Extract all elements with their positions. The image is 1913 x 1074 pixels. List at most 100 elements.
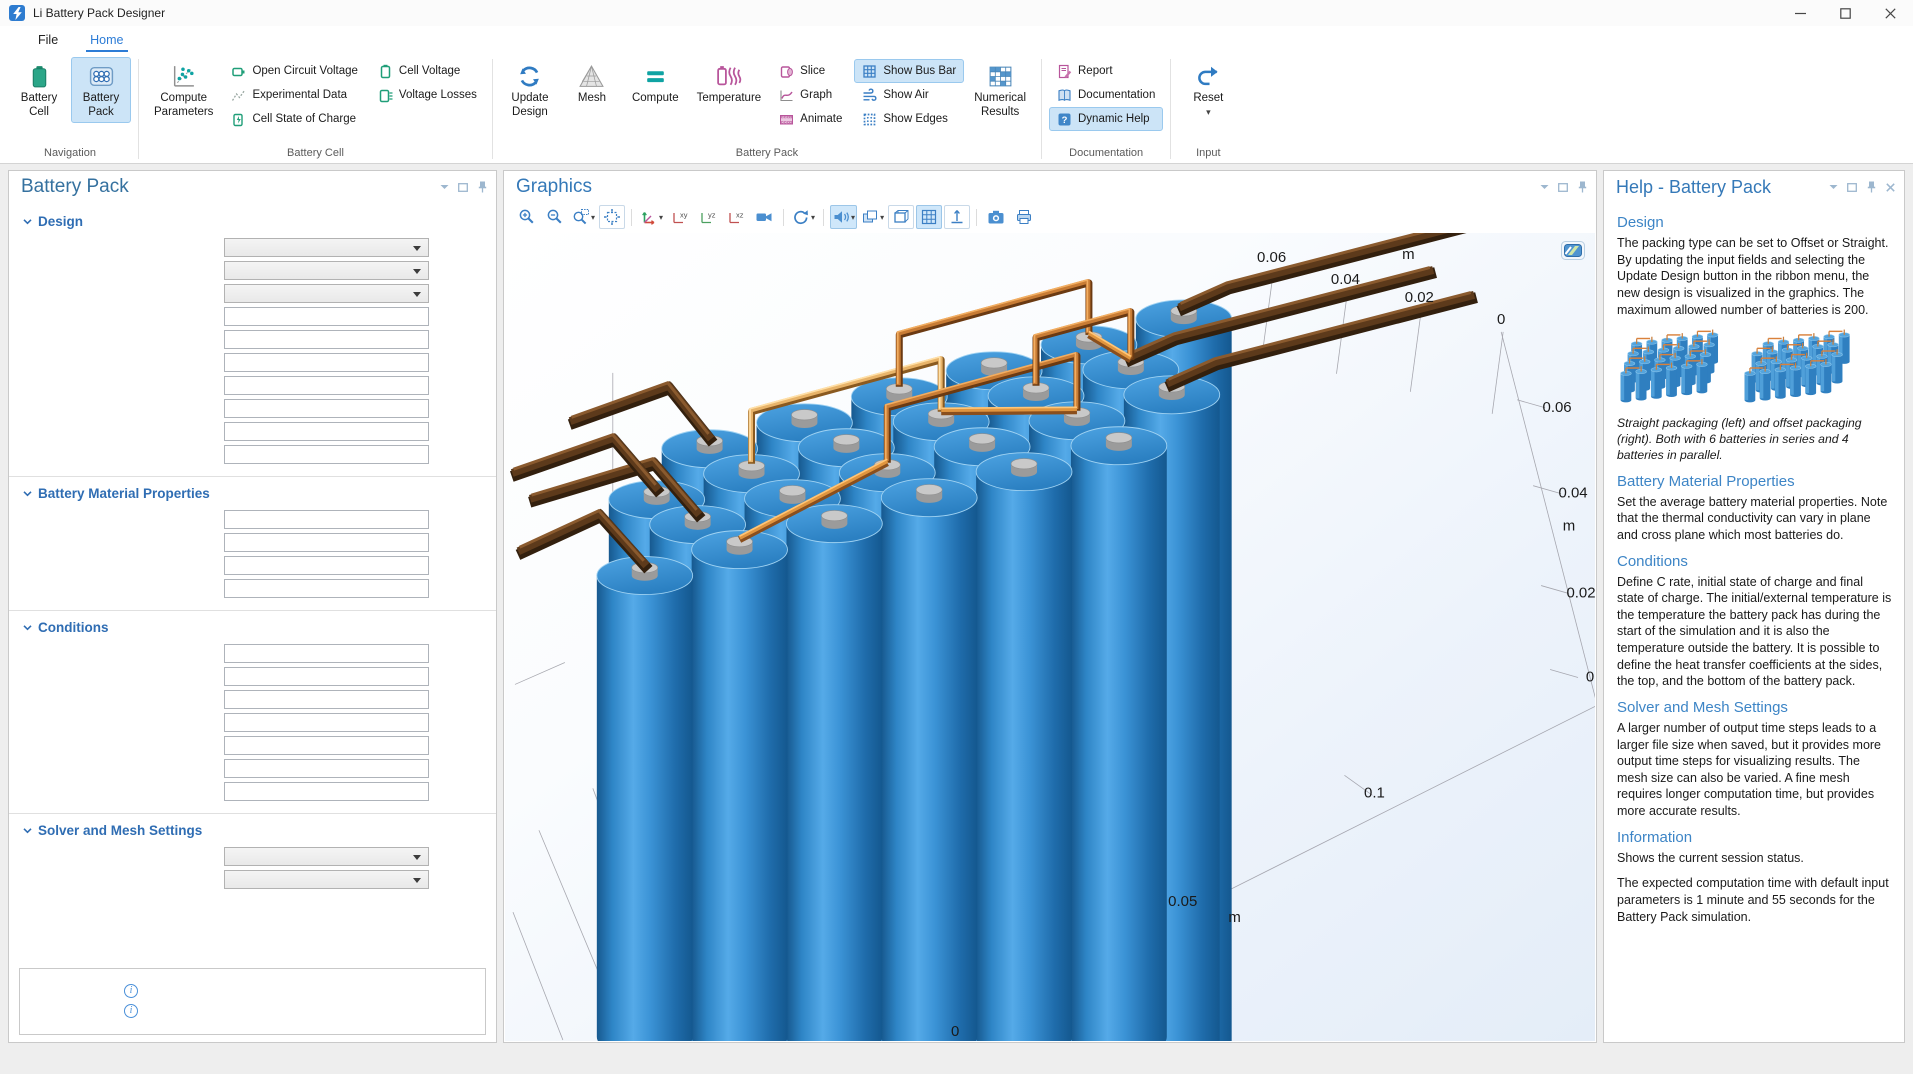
toolbar-show-axis-orientation-button[interactable] [944, 205, 970, 229]
ribbon-group-label: Battery Cell [141, 146, 490, 163]
ribbon-button-label: Numerical Results [974, 92, 1026, 119]
ribbon-button-show-air[interactable]: Show Air [854, 83, 964, 107]
svg-text:?: ? [1062, 115, 1068, 126]
initial-external-temperature-input[interactable] [224, 713, 429, 732]
toolbar-view-options-button[interactable]: ▾ [859, 205, 886, 229]
temperature-icon [715, 63, 742, 90]
ribbon-button-label: Graph [800, 89, 832, 101]
parallel-connector-width-input[interactable] [224, 445, 429, 464]
panel-maximize-icon[interactable] [1557, 181, 1569, 193]
numerical-results-icon [987, 63, 1014, 90]
ribbon-button-animate[interactable]: Animate [771, 107, 850, 131]
toolbar-go-to-default-view-button[interactable]: ▾ [638, 205, 665, 229]
toolbar-view-xy-button[interactable]: xy [667, 205, 693, 229]
battery-height-input[interactable] [224, 330, 429, 349]
panel-pin-icon[interactable] [476, 181, 488, 193]
toolbar-zoom-box-button[interactable]: ▾ [570, 205, 597, 229]
menu-bar: File Home [0, 26, 1913, 53]
toolbar-view-xz-button[interactable]: xz [723, 205, 749, 229]
panel-maximize-icon[interactable] [457, 181, 469, 193]
panel-collapse-chevron-icon[interactable] [438, 181, 450, 193]
bus-bar-thickness-input[interactable] [224, 399, 429, 418]
mesh-size-dropdown[interactable] [224, 870, 429, 889]
packing-type-dropdown[interactable] [224, 238, 429, 257]
battery-cell-icon [26, 63, 53, 90]
toolbar-print-button[interactable] [1011, 205, 1037, 229]
toolbar-show-grid-button[interactable] [916, 205, 942, 229]
panel-maximize-icon[interactable] [1846, 181, 1858, 193]
toolbar-zoom-out-button[interactable] [542, 205, 568, 229]
ribbon-button-label: Cell State of Charge [252, 113, 356, 125]
graphics-3d-canvas[interactable]: 0.060.040.020m0.060.04m0.0200.10.05m0 [505, 233, 1595, 1041]
section-header-solver-and-mesh-settings[interactable]: Solver and Mesh Settings [23, 823, 482, 838]
help-paragraph: Define C rate, initial state of charge a… [1617, 574, 1893, 690]
form-row [23, 757, 482, 780]
ribbon-button-numerical-results[interactable]: Numerical Results [966, 57, 1034, 123]
toolbar-rotate-button[interactable]: ▾ [790, 205, 817, 229]
close-button[interactable] [1868, 0, 1913, 26]
panel-pin-icon[interactable] [1865, 181, 1877, 193]
update-design-icon [516, 63, 543, 90]
density-input[interactable] [224, 510, 429, 529]
toolbar-snapshot-button[interactable] [983, 205, 1009, 229]
ribbon-button-report[interactable]: Report [1049, 59, 1163, 83]
svg-text:0.06: 0.06 [1257, 249, 1286, 266]
minimize-button[interactable] [1778, 0, 1823, 26]
ribbon-button-reset[interactable]: Reset▾ [1178, 57, 1238, 121]
terminal-thickness-input[interactable] [224, 376, 429, 395]
menu-home[interactable]: Home [78, 26, 135, 53]
toolbar-show-frame-button[interactable] [888, 205, 914, 229]
battery-diameter-input[interactable] [224, 307, 429, 326]
number-of-output-time-steps-dropdown[interactable] [224, 847, 429, 866]
ribbon-button-show-bus-bar[interactable]: Show Bus Bar [854, 59, 964, 83]
heat-capacity-input[interactable] [224, 533, 429, 552]
ribbon-button-compute[interactable]: Compute [624, 57, 687, 110]
ribbon-button-battery-pack[interactable]: Battery Pack [71, 57, 131, 123]
ribbon-button-battery-cell[interactable]: Battery Cell [9, 57, 69, 123]
number-of-batteries-in-parallel-dropdown[interactable] [224, 284, 429, 303]
heat-transfer-coefficient-top-input[interactable] [224, 759, 429, 778]
form-row [23, 577, 482, 600]
serial-connector-width-input[interactable] [224, 422, 429, 441]
ribbon-button-update-design[interactable]: Update Design [500, 57, 560, 123]
ribbon-button-cell-voltage[interactable]: Cell Voltage [370, 59, 485, 83]
ribbon-button-mesh[interactable]: Mesh [562, 57, 622, 110]
c-rate-input[interactable] [224, 644, 429, 663]
ribbon-button-temperature[interactable]: Temperature [689, 57, 770, 110]
ribbon-button-slice[interactable]: Slice [771, 59, 850, 83]
number-of-batteries-in-series-dropdown[interactable] [224, 261, 429, 280]
ribbon-button-documentation[interactable]: Documentation [1049, 83, 1163, 107]
panel-collapse-chevron-icon[interactable] [1538, 181, 1550, 193]
panel-close-icon[interactable] [1884, 181, 1896, 193]
thermal-conductivity-cross-plane-input[interactable] [224, 579, 429, 598]
ribbon-button-graph[interactable]: Graph [771, 83, 850, 107]
toolbar-zoom-in-button[interactable] [514, 205, 540, 229]
menu-file[interactable]: File [26, 26, 70, 53]
thermal-conductivity-in-plane-input[interactable] [224, 556, 429, 575]
toolbar-camera-view-button[interactable] [751, 205, 777, 229]
battery-pack-3d-view[interactable]: 0.060.040.020m0.060.04m0.0200.10.05m0 [505, 233, 1595, 1041]
ribbon-button-experimental-data[interactable]: Experimental Data [223, 83, 365, 107]
ribbon-button-dynamic-help[interactable]: ?Dynamic Help [1049, 107, 1163, 131]
toolbar-view-yz-button[interactable]: yz [695, 205, 721, 229]
ribbon-button-open-circuit-voltage[interactable]: Open Circuit Voltage [223, 59, 365, 83]
final-state-of-charge-input[interactable] [224, 690, 429, 709]
toolbar-zoom-extents-button[interactable] [599, 205, 625, 229]
heat-transfer-coefficient-sides-input[interactable] [224, 736, 429, 755]
panel-collapse-chevron-icon[interactable] [1827, 181, 1839, 193]
terminal-diameter-input[interactable] [224, 353, 429, 372]
ribbon-button-show-edges[interactable]: Show Edges [854, 107, 964, 131]
ribbon-button-compute-parameters[interactable]: Compute Parameters [146, 57, 221, 123]
panel-pin-icon[interactable] [1576, 181, 1588, 193]
ribbon-button-cell-state-of-charge[interactable]: Cell State of Charge [223, 107, 365, 131]
color-legend-toggle-button[interactable] [1561, 241, 1585, 260]
section-header-design[interactable]: Design [23, 214, 482, 229]
heat-transfer-coefficient-bottom-input[interactable] [224, 782, 429, 801]
section-header-battery-material-properties[interactable]: Battery Material Properties [23, 486, 482, 501]
section-header-conditions[interactable]: Conditions [23, 620, 482, 635]
toolbar-scene-light-button[interactable]: ▾ [830, 205, 857, 229]
initial-state-of-charge-input[interactable] [224, 667, 429, 686]
ribbon-button-voltage-losses[interactable]: Voltage Losses [370, 83, 485, 107]
print-icon [1015, 208, 1033, 226]
maximize-button[interactable] [1823, 0, 1868, 26]
